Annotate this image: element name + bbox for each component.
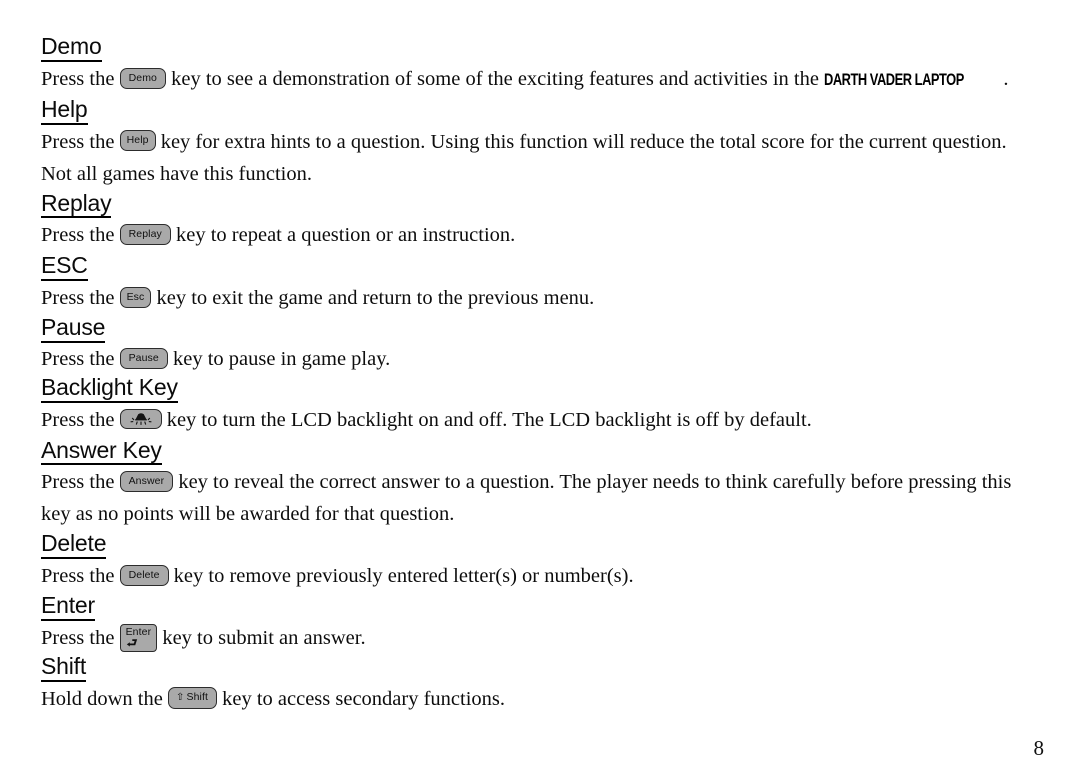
section-body-shift: Hold down the ⇧ Shift key to access secon… <box>41 683 1026 715</box>
section-body-pause: Press the Pause key to pause in game pla… <box>41 344 1026 374</box>
key-shift[interactable]: ⇧ Shift <box>167 687 217 709</box>
key-backlight[interactable] <box>119 408 162 429</box>
text-backlight-after: key to turn the LCD backlight on and off… <box>161 408 812 431</box>
heading-wrap-demo: Demo <box>41 33 1036 63</box>
text-pause-after: key to pause in game play. <box>167 347 391 370</box>
key-help-label: Help <box>126 134 149 147</box>
text-enter-after: key to submit an answer. <box>157 626 366 649</box>
section-body-enter: Press the Enter ⮐ key to submit an answer… <box>41 622 1026 654</box>
heading-wrap-shift: Shift <box>41 653 1036 683</box>
heading-wrap-help: Help <box>41 96 1036 126</box>
key-esc-label: Esc <box>126 290 145 303</box>
text-replay-after: key to repeat a question or an instructi… <box>170 224 516 247</box>
backlight-lamp-icon <box>127 412 155 426</box>
key-demo-label: Demo <box>128 71 157 84</box>
section-pause: Pause Press the Pause key to pause in ga… <box>41 314 1036 374</box>
key-help[interactable]: Help <box>119 130 156 152</box>
key-demo[interactable]: Demo <box>119 67 166 89</box>
section-heading-help: Help <box>41 96 88 125</box>
section-shift: Shift Hold down the ⇧ Shift key to access… <box>41 653 1036 715</box>
text-delete-before: Press the <box>41 565 120 587</box>
text-delete-after: key to remove previously entered letter(… <box>168 565 634 587</box>
key-delete-label: Delete <box>128 568 160 581</box>
manual-page: Demo Press the Demo key to see a demonst… <box>0 0 1080 779</box>
section-heading-demo: Demo <box>41 33 102 62</box>
section-help: Help Press the Help key for extra hints … <box>41 96 1036 190</box>
section-body-backlight: Press the key to turn the LCD backlight … <box>41 404 1026 436</box>
section-heading-answer: Answer Key <box>41 437 162 466</box>
heading-wrap-esc: ESC <box>41 252 1036 282</box>
heading-wrap-answer: Answer Key <box>41 437 1036 467</box>
text-esc-before: Press the <box>41 287 120 309</box>
section-body-help: Press the Help key for extra hints to a … <box>41 126 1026 190</box>
key-esc[interactable]: Esc <box>119 286 152 308</box>
section-body-demo: Press the Demo key to see a demonstratio… <box>41 63 1026 96</box>
section-esc: ESC Press the Esc key to exit the game a… <box>41 252 1036 314</box>
text-answer-before: Press the <box>41 471 120 494</box>
text-demo-end: . <box>1003 67 1009 90</box>
section-heading-shift: Shift <box>41 653 86 682</box>
heading-wrap-enter: Enter <box>41 592 1036 622</box>
heading-wrap-replay: Replay <box>41 190 1036 220</box>
shift-up-arrow-icon: ⇧ <box>175 692 185 704</box>
section-enter: Enter Press the Enter ⮐ key to submit an … <box>41 592 1036 654</box>
text-pause-before: Press the <box>41 347 120 370</box>
key-replay-label: Replay <box>128 228 162 241</box>
text-demo-after: key to see a demonstration of some of th… <box>166 67 825 90</box>
text-shift-before: Hold down the <box>41 687 168 710</box>
section-body-esc: Press the Esc key to exit the game and r… <box>41 282 1026 314</box>
text-replay-before: Press the <box>41 224 120 247</box>
key-pause[interactable]: Pause <box>119 347 168 369</box>
key-delete[interactable]: Delete <box>119 564 169 586</box>
section-heading-backlight: Backlight Key <box>41 374 178 403</box>
key-pause-label: Pause <box>128 351 159 364</box>
section-heading-delete: Delete <box>41 530 106 559</box>
section-heading-pause: Pause <box>41 314 105 343</box>
key-enter[interactable]: Enter ⮐ <box>119 624 158 652</box>
text-esc-after: key to exit the game and return to the p… <box>151 287 595 309</box>
section-body-delete: Press the Delete key to remove previousl… <box>41 560 1026 592</box>
section-heading-replay: Replay <box>41 190 112 219</box>
section-body-replay: Press the Replay key to repeat a questio… <box>41 219 1026 251</box>
key-answer-label: Answer <box>128 475 165 488</box>
brand-darth-vader-laptop: DARTH VADER LAPTOP <box>824 70 964 89</box>
text-help-after: key for extra hints to a question. Using… <box>41 130 1007 185</box>
section-body-answer: Press the Answer key to reveal the corre… <box>41 466 1026 530</box>
return-arrow-icon: ⮐ <box>126 635 138 650</box>
text-help-before: Press the <box>41 130 120 153</box>
heading-wrap-backlight: Backlight Key <box>41 374 1036 404</box>
key-shift-label: Shift <box>186 691 208 704</box>
section-heading-esc: ESC <box>41 252 88 281</box>
text-press-the: Press the <box>41 67 120 90</box>
section-delete: Delete Press the Delete key to remove pr… <box>41 530 1036 592</box>
text-enter-before: Press the <box>41 626 120 649</box>
heading-wrap-delete: Delete <box>41 530 1036 560</box>
section-answer: Answer Key Press the Answer key to revea… <box>41 437 1036 531</box>
section-backlight: Backlight Key Press the key to turn the … <box>41 374 1036 436</box>
text-answer-after: key to reveal the correct answer to a qu… <box>41 471 1012 526</box>
key-answer[interactable]: Answer <box>119 471 174 493</box>
heading-wrap-pause: Pause <box>41 314 1036 344</box>
section-replay: Replay Press the Replay key to repeat a … <box>41 190 1036 252</box>
page-number: 8 <box>1033 736 1045 760</box>
text-backlight-before: Press the <box>41 408 120 431</box>
key-replay[interactable]: Replay <box>119 224 171 246</box>
section-demo: Demo Press the Demo key to see a demonst… <box>41 33 1036 96</box>
section-heading-enter: Enter <box>41 592 95 621</box>
text-shift-after: key to access secondary functions. <box>216 687 506 710</box>
